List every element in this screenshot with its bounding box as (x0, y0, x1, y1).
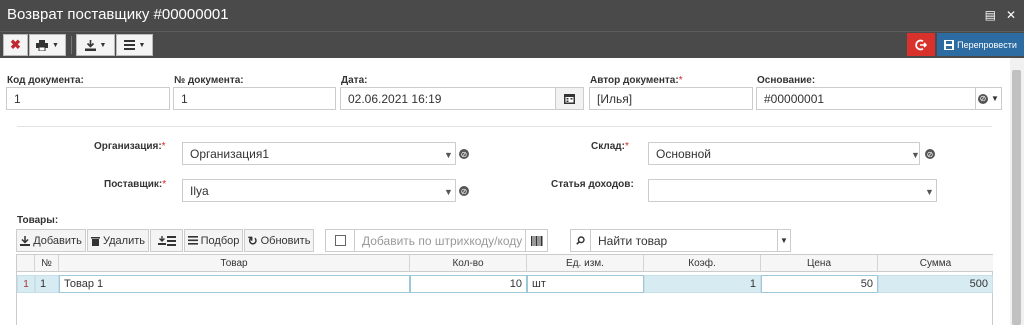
doc-number-label: № документа: (174, 75, 244, 86)
clear-icon[interactable]: ⊘ (459, 186, 469, 196)
chevron-down-icon[interactable]: ▼ (444, 150, 453, 160)
row-index-header (17, 255, 35, 272)
coefficient-cell: 1 (644, 275, 761, 293)
find-product-input[interactable]: Найти товар (590, 229, 778, 252)
print-button[interactable]: ▼ (29, 34, 66, 56)
column-header[interactable]: Ед. изм. (527, 255, 644, 272)
calendar-icon (564, 94, 575, 104)
clear-icon[interactable]: ⊘ (925, 149, 935, 159)
income-item-select[interactable] (648, 179, 937, 202)
basis-actions: ⊘ ▼ (975, 87, 1002, 110)
income-item-label: Статья доходов: (551, 179, 634, 190)
pick-button[interactable]: Подбор (184, 229, 243, 252)
goods-table: № Товар Кол-во Ед. изм. Коэф. Цена Сумма… (16, 254, 993, 325)
required-mark: * (678, 75, 683, 86)
barcode-button[interactable] (525, 229, 548, 252)
barcode-checkbox-wrap (325, 229, 355, 252)
close-document-button[interactable]: ✖ (3, 34, 28, 56)
repost-button[interactable]: Перепровести (937, 33, 1024, 56)
basis-field[interactable]: #00000001 (756, 87, 976, 110)
delete-button[interactable]: Удалить (87, 229, 149, 252)
minimize-icon[interactable]: ▤ (985, 8, 996, 22)
repost-label: Перепровести (957, 39, 1017, 50)
chevron-down-icon[interactable]: ▼ (925, 187, 934, 197)
goods-title: Товары: (17, 215, 59, 226)
author-field[interactable]: [Илья] (589, 87, 753, 110)
list-icon (123, 40, 135, 50)
author-label: Автор документа:* (590, 75, 683, 86)
section-divider (17, 126, 992, 127)
clear-icon[interactable]: ⊘ (459, 149, 469, 159)
warehouse-label: Склад:* (591, 141, 629, 152)
supplier-select[interactable]: Ilya (182, 179, 456, 202)
add-button[interactable]: Добавить (16, 229, 86, 252)
column-header[interactable]: Кол-во (410, 255, 527, 272)
transfer-button[interactable] (150, 229, 183, 252)
chevron-down-icon: ▼ (99, 41, 107, 49)
barcode-icon (530, 235, 542, 246)
download-button[interactable]: ▼ (76, 34, 115, 56)
column-header[interactable]: Коэф. (644, 255, 761, 272)
row-index: 1 (17, 275, 35, 293)
exit-button[interactable] (907, 33, 935, 56)
refresh-button[interactable]: ↻ Обновить (244, 229, 314, 252)
chevron-down-icon: ▼ (52, 41, 59, 49)
doc-code-field[interactable]: 1 (6, 87, 170, 110)
barcode-input[interactable]: Добавить по штрихкоду/коду (354, 229, 526, 252)
chevron-down-icon[interactable]: ▼ (991, 94, 999, 103)
title-bar: Возврат поставщику #00000001 ▤ ✕ (0, 0, 1024, 31)
organization-label: Организация:* (94, 141, 166, 152)
unit-cell[interactable]: шт (527, 275, 644, 293)
add-row-icon (20, 235, 31, 246)
column-header[interactable]: Цена (761, 255, 878, 272)
more-actions-button[interactable]: ▼ (116, 34, 153, 56)
list-icon (187, 236, 198, 245)
scrollbar-thumb[interactable] (1012, 70, 1021, 325)
close-window-icon[interactable]: ✕ (1006, 8, 1016, 22)
transfer-icon (157, 235, 176, 246)
organization-select[interactable]: Организация1 (182, 142, 456, 165)
column-header[interactable]: № (35, 255, 59, 272)
date-label: Дата: (341, 75, 368, 86)
toolbar: ✖ ▼ ▼ ▼ (0, 31, 1024, 58)
search-button[interactable] (570, 229, 591, 252)
quantity-cell[interactable]: 10 (410, 275, 527, 293)
chevron-down-icon[interactable]: ▼ (777, 229, 791, 252)
barcode-checkbox[interactable] (334, 235, 346, 246)
download-icon (84, 39, 96, 51)
product-cell[interactable]: Товар 1 (59, 275, 410, 293)
exit-icon (915, 39, 927, 50)
column-header[interactable]: Сумма (878, 255, 993, 272)
doc-number-field[interactable]: 1 (173, 87, 336, 110)
supplier-label: Поставщик:* (104, 179, 167, 190)
clear-icon[interactable]: ⊘ (978, 93, 989, 104)
date-field[interactable]: 02.06.2021 16:19 (340, 87, 556, 110)
chevron-down-icon: ▼ (138, 41, 146, 49)
table-row[interactable]: 1 1 Товар 1 10 шт 1 50 500 (17, 275, 993, 293)
warehouse-select[interactable]: Основной (648, 142, 920, 165)
refresh-icon: ↻ (247, 233, 258, 248)
basis-label: Основание: (757, 75, 816, 86)
chevron-down-icon[interactable]: ▼ (911, 150, 920, 160)
column-header[interactable]: Товар (59, 255, 410, 272)
close-icon: ✖ (10, 37, 21, 52)
chevron-down-icon[interactable]: ▼ (444, 187, 453, 197)
printer-icon (36, 39, 49, 51)
price-cell[interactable]: 50 (761, 275, 878, 293)
trash-icon (91, 236, 100, 246)
save-icon (944, 39, 955, 50)
sum-cell: 500 (878, 275, 993, 293)
row-number: 1 (35, 275, 59, 293)
search-icon (576, 236, 585, 245)
doc-code-label: Код документа: (7, 75, 84, 86)
window-title: Возврат поставщику #00000001 (7, 6, 229, 23)
calendar-button[interactable] (555, 87, 584, 110)
toolbar-divider (71, 36, 72, 54)
